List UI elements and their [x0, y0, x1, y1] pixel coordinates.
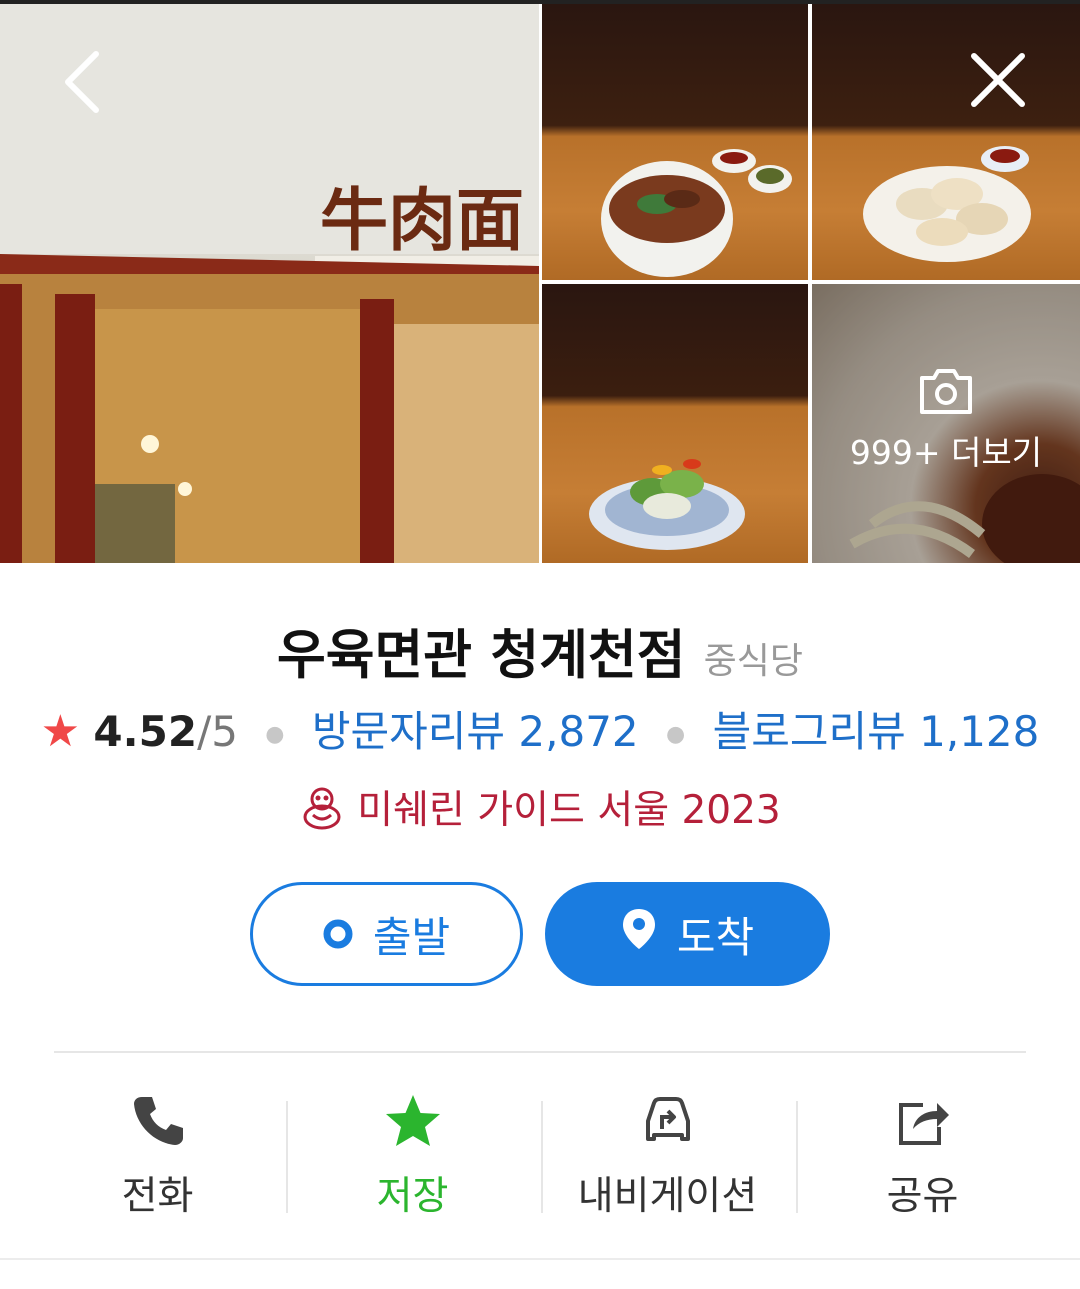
depart-button[interactable]: 출발: [250, 882, 523, 986]
separator-dot: ●: [265, 722, 285, 747]
save-action[interactable]: 저장: [285, 1091, 540, 1221]
phone-icon: [133, 1097, 183, 1145]
close-icon: [971, 53, 1025, 107]
depart-label: 출발: [372, 912, 451, 962]
origin-dot-icon: [323, 910, 353, 959]
share-label: 공유: [886, 1174, 959, 1219]
divider: [54, 1051, 1026, 1053]
close-button[interactable]: [962, 44, 1032, 114]
photo-dumplings[interactable]: [812, 4, 1080, 280]
navigation-label: 내비게이션: [577, 1174, 758, 1219]
chevron-left-icon: [65, 51, 99, 113]
visitor-reviews-link[interactable]: 방문자리뷰 2,872: [312, 707, 639, 756]
michelin-badge[interactable]: 미쉐린 가이드 서울 2023: [0, 779, 1080, 841]
arrive-button[interactable]: 도착: [545, 882, 830, 986]
location-pin-icon: [621, 907, 657, 961]
share-icon: [898, 1103, 949, 1145]
blog-reviews-link[interactable]: 블로그리뷰 1,128: [713, 707, 1040, 756]
dumpling-illustration: [863, 146, 1031, 262]
noodle-illustration: [601, 149, 792, 277]
photo-cucumber-salad[interactable]: [542, 284, 808, 563]
call-label: 전화: [121, 1174, 194, 1219]
camera-icon: [920, 369, 972, 414]
share-action[interactable]: 공유: [795, 1091, 1050, 1221]
place-name: 우육면관 청계천점: [277, 625, 686, 686]
salad-illustration: [589, 459, 745, 550]
photo-beef-noodle[interactable]: [542, 4, 808, 280]
more-photos-button[interactable]: 999+ 더보기: [812, 366, 1080, 474]
more-photos-label: 999+ 더보기: [849, 433, 1043, 472]
save-label: 저장: [376, 1174, 449, 1219]
sign-lettering: 牛肉面: [320, 181, 524, 261]
action-bar: 전화 저장 내비게이션 공유: [30, 1091, 1050, 1221]
back-button[interactable]: [50, 44, 120, 114]
separator-dot: ●: [666, 722, 686, 747]
michelin-label: 미쉐린 가이드 서울 2023: [357, 788, 781, 833]
section-divider: [0, 1258, 1080, 1260]
photo-gallery: 牛肉面 999+ 더보기: [0, 4, 1080, 563]
rating-max: /5: [197, 707, 238, 756]
call-action[interactable]: 전화: [30, 1091, 285, 1221]
arrive-label: 도착: [676, 912, 755, 962]
michelin-icon: [299, 785, 345, 841]
place-category: 중식당: [703, 641, 803, 682]
navigation-action[interactable]: 내비게이션: [540, 1091, 795, 1221]
rating-row: ★ 4.52/5 ● 방문자리뷰 2,872 ● 블로그리뷰 1,128: [0, 698, 1080, 759]
star-icon: [385, 1095, 440, 1146]
rating-value: 4.52: [93, 707, 198, 756]
title-row: 우육면관 청계천점 중식당: [0, 613, 1080, 689]
car-navigation-icon: [645, 1097, 690, 1141]
rating-star-icon: ★: [40, 706, 81, 757]
